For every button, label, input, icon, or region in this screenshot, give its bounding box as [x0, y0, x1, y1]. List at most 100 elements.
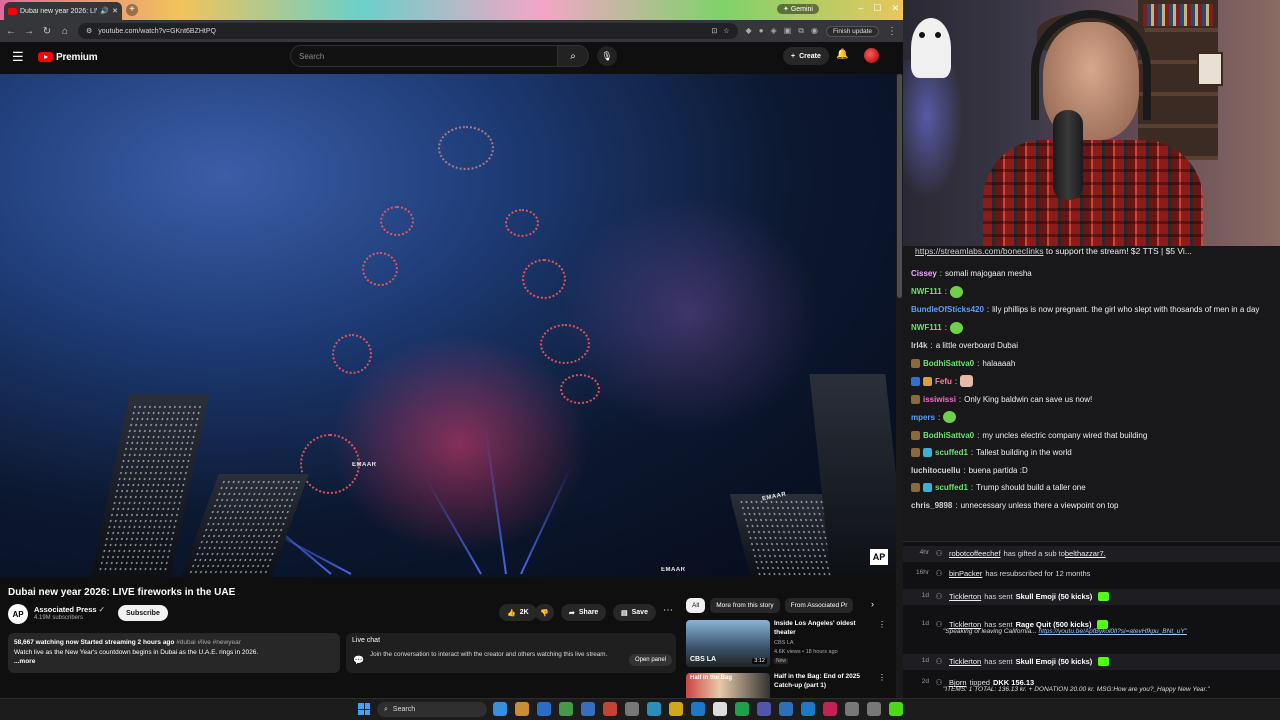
recommended-channel[interactable]: CBS LA [774, 640, 794, 646]
taskbar-app-icon[interactable] [823, 702, 837, 716]
chat-badge-icon[interactable] [911, 376, 920, 386]
voice-search-button[interactable]: 🎙 [597, 46, 617, 66]
reload-icon[interactable]: ↻ [42, 26, 52, 37]
taskbar-app-icon[interactable] [493, 702, 507, 716]
recommended-title[interactable]: Half in the Bag: End of 2025 Catch-up (p… [774, 673, 874, 690]
chat-username[interactable]: NWF111 [911, 322, 942, 333]
recommended-menu-icon[interactable]: ⋮ [878, 673, 886, 682]
taskbar-app-icon[interactable] [801, 702, 815, 716]
finish-update-button[interactable]: Finish update [825, 25, 879, 37]
search-button[interactable]: ⌕ [557, 45, 589, 67]
chat-badge-icon[interactable] [911, 448, 920, 457]
taskbar-app-icon[interactable] [889, 702, 903, 716]
recommended-video[interactable]: Half in the Bag Half in the Bag: End of … [686, 673, 886, 698]
channel-avatar[interactable]: AP [8, 604, 28, 624]
chat-badge-icon[interactable] [911, 358, 920, 368]
hamburger-menu-icon[interactable]: ☰ [12, 49, 26, 65]
maximize-icon[interactable]: ☐ [873, 3, 881, 14]
like-button[interactable]: 👍 2K [499, 604, 537, 621]
alert-username[interactable]: Ticklerton [949, 592, 981, 601]
chat-username[interactable]: chris_9898 [911, 500, 952, 511]
description-tags[interactable]: #dubai #live #newyear [176, 639, 241, 646]
extension-icon[interactable]: ● [759, 26, 764, 36]
windows-start-icon[interactable] [358, 703, 370, 715]
search-input[interactable]: Search [290, 45, 559, 67]
account-avatar[interactable] [864, 48, 879, 63]
chip-all[interactable]: All [686, 598, 706, 613]
taskbar-app-icon[interactable] [647, 702, 661, 716]
share-button[interactable]: ➦ Share [561, 604, 607, 621]
chat-username[interactable]: scuffed1 [935, 447, 968, 458]
youtube-logo[interactable]: Premium [38, 52, 98, 63]
taskbar-app-icon[interactable] [537, 702, 551, 716]
chat-badge-icon[interactable] [911, 483, 920, 492]
dislike-button[interactable]: 👎 [535, 604, 554, 621]
taskbar-app-icon[interactable] [515, 702, 529, 716]
save-button[interactable]: ▤ Save [613, 604, 656, 621]
chat-username[interactable]: Cissey [911, 268, 937, 279]
bookmark-star-icon[interactable]: ☆ [723, 27, 729, 35]
extension-icon[interactable]: ◆ [746, 26, 752, 36]
channel-name[interactable]: Associated Press ✓ [34, 605, 105, 614]
extension-icon[interactable]: ▣ [784, 26, 792, 36]
alert-username[interactable]: robotcoffeechef [949, 549, 1001, 558]
install-icon[interactable]: ⊡ [711, 27, 717, 35]
url-field[interactable]: ⚙ youtube.com/watch?v=GKnt6BZHtPQ ⊡ ☆ [78, 23, 738, 39]
alert-username[interactable]: Ticklerton [949, 657, 981, 666]
subscribe-button[interactable]: Subscribe [118, 605, 168, 621]
chat-username[interactable]: issiwissi [923, 394, 956, 405]
taskbar-app-icon[interactable] [779, 702, 793, 716]
chat-badge-icon[interactable] [923, 483, 932, 492]
recommended-video[interactable]: CBS LA 3:12 Inside Los Angeles' oldest t… [686, 620, 886, 668]
taskbar-app-icon[interactable] [713, 702, 727, 716]
forward-icon[interactable]: → [24, 26, 34, 37]
chat-username[interactable]: NWF111 [911, 286, 942, 297]
site-info-icon[interactable]: ⚙ [86, 27, 92, 35]
video-thumbnail[interactable]: Half in the Bag [686, 673, 770, 698]
taskbar-app-icon[interactable] [757, 702, 771, 716]
chat-username[interactable]: Fefu [935, 376, 952, 387]
home-icon[interactable]: ⌂ [60, 26, 70, 37]
extensions-puzzle-icon[interactable]: ⧉ [798, 26, 804, 36]
new-tab-button[interactable]: + [126, 4, 138, 16]
pinned-link[interactable]: https://streamlabs.com/bonecIinks [915, 246, 1044, 256]
taskbar-app-icon[interactable] [581, 702, 595, 716]
extension-icon[interactable]: ◈ [771, 26, 777, 36]
taskbar-app-icon[interactable] [625, 702, 639, 716]
chips-next-arrow-icon[interactable]: › [871, 599, 874, 609]
alert-target[interactable]: belthazzar7. [1065, 549, 1106, 558]
taskbar-app-icon[interactable] [735, 702, 749, 716]
tab-close-icon[interactable]: ✕ [112, 7, 118, 15]
chat-username[interactable]: scuffed1 [935, 482, 968, 493]
chat-badge-icon[interactable] [911, 394, 920, 404]
chip-more-from-story[interactable]: More from this story [710, 598, 780, 613]
description-box[interactable]: 58,667 watching now Started streaming 2 … [8, 633, 340, 673]
chat-username[interactable]: BundleOfSticks420 [911, 304, 984, 315]
browser-tab-active[interactable]: Dubai new year 2026: LIVE 🔊 ✕ [4, 2, 122, 20]
taskbar-app-icon[interactable] [559, 702, 573, 716]
video-thumbnail[interactable]: CBS LA 3:12 [686, 620, 770, 667]
taskbar-app-icon[interactable] [669, 702, 683, 716]
chat-badge-icon[interactable] [911, 430, 920, 440]
taskbar-search[interactable]: ⌕ Search [377, 702, 487, 717]
create-button[interactable]: + Create [783, 47, 829, 65]
back-icon[interactable]: ← [6, 26, 16, 37]
chat-username[interactable]: lrl4k [911, 340, 927, 351]
chat-username[interactable]: luchitocuellu [911, 465, 960, 476]
chat-username[interactable]: BodhiSattva0 [923, 430, 974, 441]
chat-username[interactable]: BodhiSattva0 [923, 358, 974, 369]
scrollbar-thumb[interactable] [897, 74, 902, 298]
taskbar-app-icon[interactable] [867, 702, 881, 716]
close-window-icon[interactable]: ✕ [891, 3, 899, 14]
profile-icon[interactable]: ◉ [811, 26, 818, 36]
minimize-icon[interactable]: – [858, 3, 863, 14]
recommended-menu-icon[interactable]: ⋮ [878, 620, 886, 629]
video-player[interactable]: EMAAR EMAAR EMAAR AP [0, 74, 896, 577]
alert-username[interactable]: binPacker [949, 569, 982, 578]
chat-badge-icon[interactable] [923, 376, 932, 386]
open-panel-button[interactable]: Open panel [628, 654, 672, 666]
alert-message-link[interactable]: https://youtu.be/ApfBykol0lI?si=atevHfkp… [1039, 628, 1187, 635]
browser-menu-icon[interactable]: ⋮ [887, 26, 897, 37]
page-scrollbar[interactable] [896, 74, 903, 698]
chat-badge-icon[interactable] [923, 448, 932, 457]
